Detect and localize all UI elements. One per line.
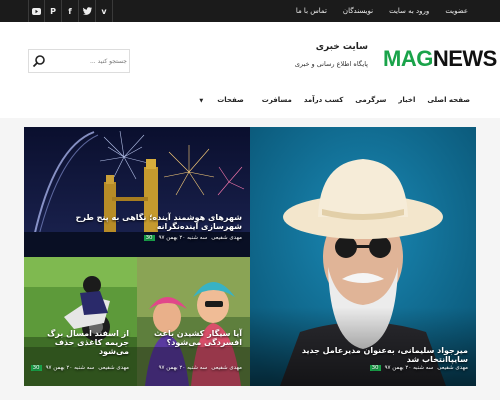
site-header: MAGNEWS سایت خبری پایگاه اطلاع رسانی و خ…	[0, 22, 500, 118]
youtube-icon[interactable]	[28, 0, 45, 22]
featured-post-smoking[interactable]: آیا سیگار کشیدن باعث افسردگی می‌شود؟ مهد…	[137, 257, 250, 386]
login-link[interactable]: ورود به سایت	[381, 0, 437, 22]
twitter-icon[interactable]	[79, 0, 96, 22]
site-logo[interactable]: MAGNEWS	[383, 46, 497, 72]
comment-count: 30	[30, 365, 42, 371]
post-author[interactable]: مهدی شفیعی	[98, 365, 129, 371]
comment-count: 30	[143, 235, 155, 241]
pinterest-icon[interactable]: P	[45, 0, 62, 22]
post-title[interactable]: آیا سیگار کشیدن باعث افسردگی می‌شود؟	[142, 329, 242, 347]
post-author[interactable]: مهدی شفیعی	[211, 235, 242, 241]
post-title[interactable]: از اسفند امسال برگ جریمه کاغذی حذف می‌شو…	[29, 329, 129, 356]
search-box	[28, 49, 130, 73]
featured-post-main[interactable]: میرجواد سلیمانی، به‌عنوان مدیرعامل جدید …	[250, 127, 476, 386]
post-meta: مهدی شفیعی سه شنبه ۲۰ بهمن ۹۷	[159, 365, 242, 371]
main-nav: صفحه اصلی اخبار سرگرمی کسب درآمد مسافرت …	[187, 96, 476, 104]
authors-link[interactable]: نویسندگان	[335, 0, 381, 22]
post-meta: مهدی شفیعی سه شنبه ۲۰ بهمن ۹۷ 30	[143, 235, 242, 241]
nav-pages[interactable]: صفحات ▼	[187, 96, 255, 104]
post-meta: مهدی شفیعی سه شنبه ۲۰ بهمن ۹۷ 30	[369, 365, 468, 371]
site-title: سایت خبری	[315, 42, 368, 52]
search-input[interactable]	[47, 50, 127, 72]
contact-link[interactable]: تماس با ما	[288, 0, 335, 22]
post-meta: مهدی شفیعی سه شنبه ۲۰ بهمن ۹۷ 30	[30, 365, 129, 371]
chevron-down-icon: ▼	[199, 98, 204, 104]
register-link[interactable]: عضویت	[437, 0, 476, 22]
vimeo-icon[interactable]: v	[96, 0, 113, 22]
top-bar: P f v عضویت ورود به سایت نویسندگان تماس …	[0, 0, 500, 22]
search-icon[interactable]	[32, 54, 46, 68]
post-date: سه شنبه ۲۰ بهمن ۹۷	[45, 365, 95, 371]
nav-news[interactable]: اخبار	[392, 96, 421, 104]
nav-pages-label: صفحات	[217, 96, 244, 104]
post-title[interactable]: شهرهای هوشمند آینده؛ نگاهی به پنج طرح شه…	[32, 213, 242, 231]
facebook-icon[interactable]: f	[62, 0, 79, 22]
post-date: سه شنبه ۲۰ بهمن ۹۷	[158, 365, 208, 371]
nav-entertainment[interactable]: سرگرمی	[349, 96, 392, 104]
top-links: عضویت ورود به سایت نویسندگان تماس با ما	[288, 0, 476, 22]
site-tagline: پایگاه اطلاع رسانی و خبری	[294, 60, 368, 68]
nav-home[interactable]: صفحه اصلی	[421, 96, 476, 104]
post-author[interactable]: مهدی شفیعی	[437, 365, 468, 371]
post-date: سه شنبه ۲۰ بهمن ۹۷	[158, 235, 208, 241]
nav-travel[interactable]: مسافرت	[256, 96, 298, 104]
post-date: سه شنبه ۲۰ بهمن ۹۷	[384, 365, 434, 371]
logo-news: NEWS	[432, 46, 498, 71]
featured-post-fines[interactable]: از اسفند امسال برگ جریمه کاغذی حذف می‌شو…	[24, 257, 137, 386]
post-title[interactable]: میرجواد سلیمانی، به‌عنوان مدیرعامل جدید …	[258, 346, 468, 364]
logo-mag: MAG	[383, 46, 433, 71]
social-links: P f v	[28, 0, 113, 22]
featured-post-city[interactable]: شهرهای هوشمند آینده؛ نگاهی به پنج طرح شه…	[24, 127, 250, 257]
comment-count: 30	[369, 365, 381, 371]
nav-earn-money[interactable]: کسب درآمد	[298, 96, 349, 104]
post-author[interactable]: مهدی شفیعی	[211, 365, 242, 371]
